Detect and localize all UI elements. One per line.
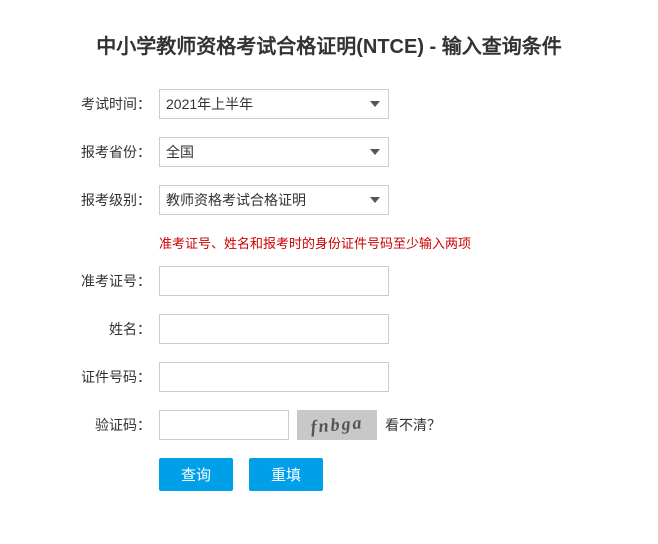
name-input[interactable] bbox=[159, 314, 389, 344]
province-control: 全国 北京 上海 广东 bbox=[159, 137, 389, 167]
captcha-image-text: fnbga bbox=[310, 412, 365, 438]
form-container: 考试时间： 2021年上半年 2020年下半年 2020年上半年 报考省份： 全… bbox=[69, 89, 589, 491]
id-label: 证件号码： bbox=[69, 367, 159, 387]
id-row: 证件号码： bbox=[69, 362, 589, 392]
exam-time-label: 考试时间： bbox=[69, 94, 159, 114]
reset-button[interactable]: 重填 bbox=[249, 458, 323, 491]
ticket-row: 准考证号： bbox=[69, 266, 589, 296]
button-row: 查询 重填 bbox=[69, 458, 589, 491]
exam-time-row: 考试时间： 2021年上半年 2020年下半年 2020年上半年 bbox=[69, 89, 589, 119]
query-button[interactable]: 查询 bbox=[159, 458, 233, 491]
id-control bbox=[159, 362, 389, 392]
ticket-input[interactable] bbox=[159, 266, 389, 296]
error-row: 准考证号、姓名和报考时的身份证件号码至少输入两项 bbox=[69, 233, 589, 252]
captcha-image[interactable]: fnbga bbox=[297, 410, 377, 440]
province-row: 报考省份： 全国 北京 上海 广东 bbox=[69, 137, 589, 167]
error-message: 准考证号、姓名和报考时的身份证件号码至少输入两项 bbox=[159, 233, 471, 252]
ticket-control bbox=[159, 266, 389, 296]
province-select[interactable]: 全国 北京 上海 广东 bbox=[159, 137, 389, 167]
level-label: 报考级别： bbox=[69, 190, 159, 210]
page-container: 中小学教师资格考试合格证明(NTCE) - 输入查询条件 考试时间： 2021年… bbox=[0, 0, 658, 544]
captcha-label: 验证码： bbox=[69, 415, 159, 435]
captcha-input[interactable] bbox=[159, 410, 289, 440]
captcha-refresh[interactable]: 看不清？ bbox=[385, 415, 441, 435]
level-row: 报考级别： 教师资格考试合格证明 中学 小学 bbox=[69, 185, 589, 215]
ticket-label: 准考证号： bbox=[69, 271, 159, 291]
level-select[interactable]: 教师资格考试合格证明 中学 小学 bbox=[159, 185, 389, 215]
exam-time-control: 2021年上半年 2020年下半年 2020年上半年 bbox=[159, 89, 389, 119]
name-control bbox=[159, 314, 389, 344]
name-label: 姓名： bbox=[69, 319, 159, 339]
exam-time-select[interactable]: 2021年上半年 2020年下半年 2020年上半年 bbox=[159, 89, 389, 119]
name-row: 姓名： bbox=[69, 314, 589, 344]
level-control: 教师资格考试合格证明 中学 小学 bbox=[159, 185, 389, 215]
province-label: 报考省份： bbox=[69, 142, 159, 162]
captcha-row: 验证码： fnbga 看不清？ bbox=[69, 410, 589, 440]
id-input[interactable] bbox=[159, 362, 389, 392]
page-title: 中小学教师资格考试合格证明(NTCE) - 输入查询条件 bbox=[30, 20, 628, 59]
